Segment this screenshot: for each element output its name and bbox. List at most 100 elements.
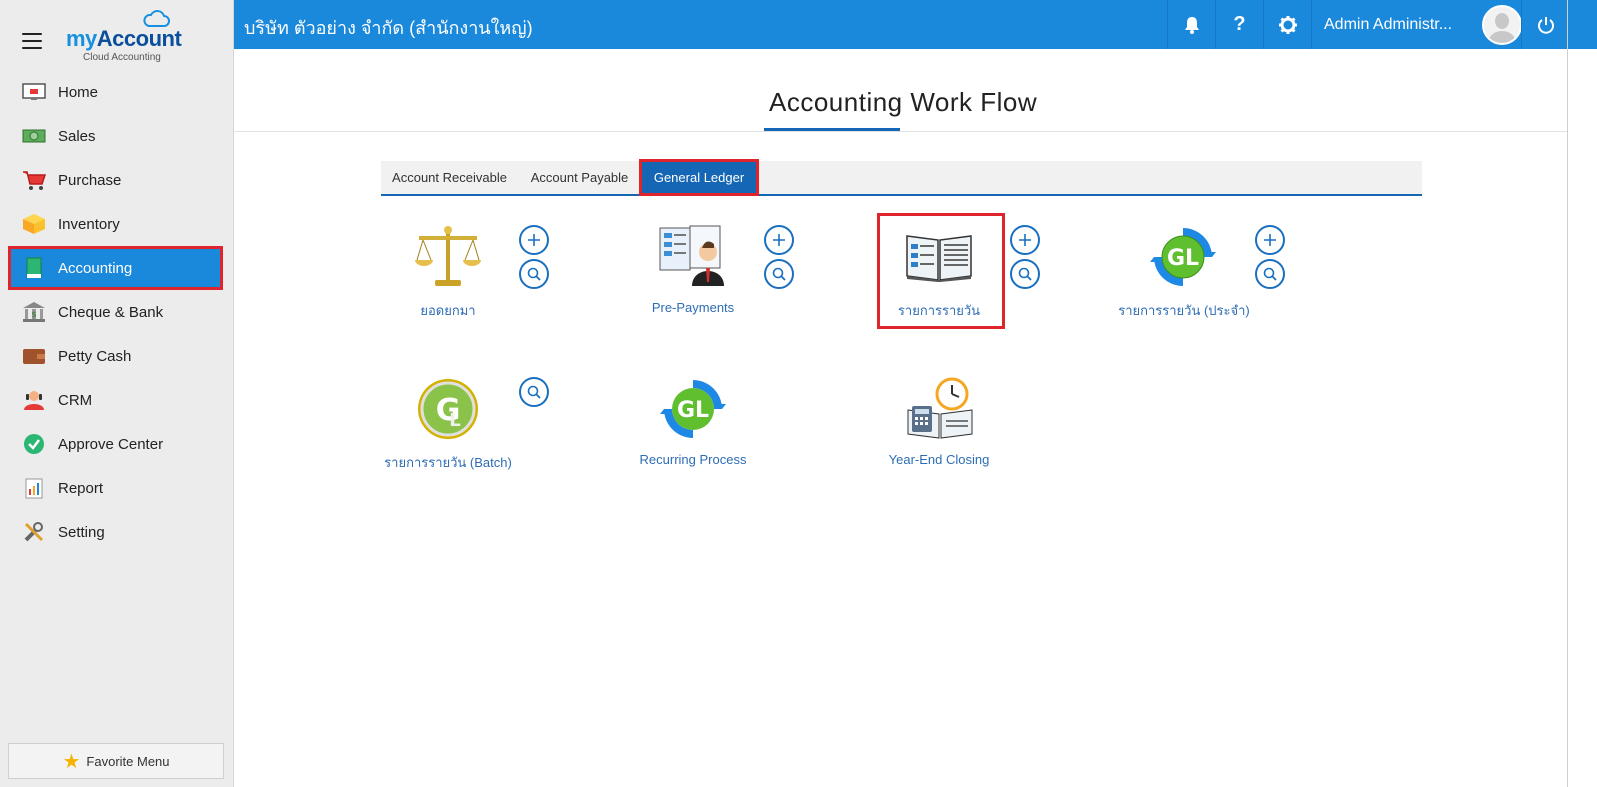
tab-account-payable[interactable]: Account Payable xyxy=(518,161,641,194)
notification-button[interactable] xyxy=(1167,0,1215,49)
sidebar-item-accounting[interactable]: Accounting xyxy=(8,246,223,290)
svg-text:GL: GL xyxy=(1167,246,1199,271)
gl-batch-icon[interactable]: G L xyxy=(415,376,481,442)
book-icon xyxy=(22,257,46,279)
power-icon xyxy=(1537,16,1554,34)
sidebar-item-label: Setting xyxy=(58,523,105,541)
gear-icon xyxy=(1278,15,1297,34)
logo-subtitle: Cloud Accounting xyxy=(83,52,161,63)
home-icon xyxy=(22,81,46,103)
wallet-icon xyxy=(22,345,46,367)
report-icon xyxy=(22,477,46,499)
search-button[interactable] xyxy=(764,259,794,289)
sidebar-item-label: Petty Cash xyxy=(58,347,132,365)
sidebar-item-inventory[interactable]: Inventory xyxy=(0,202,233,246)
logo-text: myAccount xyxy=(66,26,182,51)
workflow-item-label[interactable]: ยอดยกมา xyxy=(383,300,513,321)
window-right-border xyxy=(1567,0,1568,787)
sidebar-item-setting[interactable]: Setting xyxy=(0,510,233,554)
add-button[interactable] xyxy=(764,225,794,255)
sidebar-item-report[interactable]: Report xyxy=(0,466,233,510)
help-button[interactable]: ? xyxy=(1215,0,1263,49)
sidebar-item-sales[interactable]: Sales xyxy=(0,114,233,158)
search-button[interactable] xyxy=(1255,259,1285,289)
search-button[interactable] xyxy=(519,259,549,289)
logout-button[interactable] xyxy=(1521,0,1569,49)
plus-icon xyxy=(528,234,540,246)
page-title: Accounting Work Flow xyxy=(769,87,1038,117)
search-icon xyxy=(527,385,541,399)
bank-icon: $ xyxy=(22,301,46,323)
sidebar-menu: Home Sales Purchase Inventory Accounting… xyxy=(0,70,233,554)
app-logo[interactable]: myAccount Cloud Accounting xyxy=(66,10,186,64)
tab-general-ledger[interactable]: General Ledger xyxy=(639,159,759,196)
sidebar-item-home[interactable]: Home xyxy=(0,70,233,114)
workflow-item-label[interactable]: Recurring Process xyxy=(618,452,768,467)
search-icon xyxy=(1263,267,1277,281)
user-name: Admin Administr... xyxy=(1324,15,1453,33)
sidebar-item-label: CRM xyxy=(58,391,93,409)
add-button[interactable] xyxy=(519,225,549,255)
sidebar-item-label: Purchase xyxy=(58,171,122,189)
tools-icon xyxy=(22,521,46,543)
settings-button[interactable] xyxy=(1263,0,1311,49)
sidebar-item-label: Inventory xyxy=(58,215,120,233)
page-header: Accounting Work Flow xyxy=(234,49,1568,132)
search-icon xyxy=(527,267,541,281)
search-button[interactable] xyxy=(519,377,549,407)
sidebar-item-cheque-bank[interactable]: $ Cheque & Bank xyxy=(0,290,233,334)
sidebar-item-label: Home xyxy=(58,83,99,101)
box-icon xyxy=(22,213,46,235)
sidebar-item-purchase[interactable]: Purchase xyxy=(0,158,233,202)
search-icon xyxy=(772,267,786,281)
avatar[interactable] xyxy=(1482,4,1522,45)
add-button[interactable] xyxy=(1010,225,1040,255)
sidebar-item-label: Accounting xyxy=(58,259,133,277)
scale-icon[interactable] xyxy=(413,224,483,290)
company-name[interactable]: บริษัท ตัวอย่าง จำกัด (สำนักงานใหญ่) xyxy=(244,13,533,42)
favorite-menu-button[interactable]: ★ Favorite Menu xyxy=(8,743,224,779)
svg-text:GL: GL xyxy=(677,398,709,423)
search-icon xyxy=(1018,267,1032,281)
prepayment-icon[interactable] xyxy=(658,222,728,288)
plus-icon xyxy=(1019,234,1031,246)
sales-icon xyxy=(22,125,46,147)
top-bar: บริษัท ตัวอย่าง จำกัด (สำนักงานใหญ่) ? A… xyxy=(234,0,1597,49)
workflow-item-label[interactable]: รายการรายวัน (Batch) xyxy=(373,452,523,473)
journal-book-icon[interactable] xyxy=(905,232,973,282)
cart-icon xyxy=(22,169,46,191)
workflow-item-label[interactable]: รายการรายวัน xyxy=(874,300,1004,321)
svg-text:L: L xyxy=(449,410,460,431)
hamburger-menu-icon[interactable] xyxy=(22,33,42,49)
question-icon: ? xyxy=(1233,13,1246,35)
add-button[interactable] xyxy=(1255,225,1285,255)
gl-process-icon[interactable]: GL xyxy=(660,376,726,442)
user-menu[interactable]: Admin Administr... xyxy=(1311,0,1531,49)
brand-area: myAccount Cloud Accounting xyxy=(0,0,233,70)
star-icon: ★ xyxy=(62,750,81,773)
sidebar-item-approve-center[interactable]: Approve Center xyxy=(0,422,233,466)
svg-text:$: $ xyxy=(31,310,36,319)
crm-icon xyxy=(22,389,46,411)
sidebar-item-crm[interactable]: CRM xyxy=(0,378,233,422)
title-underline xyxy=(764,128,900,131)
year-end-icon[interactable] xyxy=(906,376,974,442)
sidebar-item-label: Cheque & Bank xyxy=(58,303,164,321)
workflow-tabs: Account Receivable Account Payable Gener… xyxy=(381,159,1422,196)
search-button[interactable] xyxy=(1010,259,1040,289)
workflow-item-label[interactable]: รายการรายวัน (ประจำ) xyxy=(1104,300,1264,321)
check-icon xyxy=(22,433,46,455)
plus-icon xyxy=(1264,234,1276,246)
tab-account-receivable[interactable]: Account Receivable xyxy=(381,161,518,194)
workflow-item-label[interactable]: Pre-Payments xyxy=(628,300,758,315)
sidebar-item-label: Sales xyxy=(58,127,96,145)
workflow-item-label[interactable]: Year-End Closing xyxy=(864,452,1014,467)
gl-recurring-icon[interactable]: GL xyxy=(1150,224,1216,290)
sidebar-item-petty-cash[interactable]: Petty Cash xyxy=(0,334,233,378)
sidebar-item-label: Report xyxy=(58,479,104,497)
plus-icon xyxy=(773,234,785,246)
favorite-menu-label: Favorite Menu xyxy=(86,753,170,769)
sidebar: myAccount Cloud Accounting Home Sales Pu… xyxy=(0,0,234,787)
bell-icon xyxy=(1184,16,1199,34)
sidebar-item-label: Approve Center xyxy=(58,435,164,453)
